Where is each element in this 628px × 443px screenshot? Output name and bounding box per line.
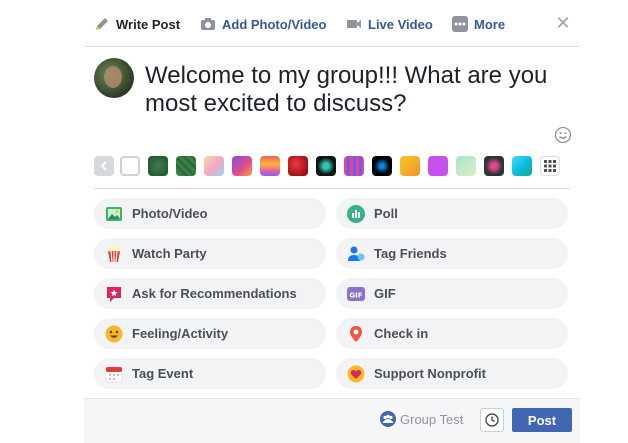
- popcorn-icon: [104, 244, 124, 264]
- background-prev-arrow[interactable]: [94, 156, 114, 176]
- post-composer: Write Post Add Photo/Video Live Video Mo…: [84, 0, 580, 443]
- background-swatch-illustration[interactable]: [456, 156, 476, 176]
- background-swatch-red[interactable]: [288, 156, 308, 176]
- background-swatch-yellow[interactable]: [400, 156, 420, 176]
- tab-write-post-label: Write Post: [116, 16, 181, 32]
- action-watch-party-label: Watch Party: [132, 246, 207, 261]
- action-gif-label: GIF: [374, 286, 396, 301]
- schedule-button[interactable]: [480, 408, 504, 432]
- action-feeling-activity-label: Feeling/Activity: [132, 326, 229, 341]
- tag-friends-icon: [346, 244, 366, 264]
- background-swatch-dark-splash[interactable]: [316, 156, 336, 176]
- action-support-nonprofit-label: Support Nonprofit: [374, 366, 486, 381]
- location-pin-icon: [346, 324, 366, 344]
- tab-live-video-label: Live Video: [368, 16, 433, 32]
- emoji-picker-icon[interactable]: [554, 126, 572, 144]
- background-swatch-pink-stripes[interactable]: [344, 156, 364, 176]
- action-photo-video[interactable]: Photo/Video: [94, 198, 326, 229]
- more-backgrounds-button[interactable]: [540, 156, 560, 176]
- tab-more-label: More: [474, 16, 506, 32]
- action-tag-event[interactable]: Tag Event: [94, 358, 326, 389]
- audience-label: Group Test: [400, 411, 464, 427]
- action-check-in[interactable]: Check in: [336, 318, 568, 349]
- clock-icon: [485, 413, 499, 427]
- background-swatch-green-texture[interactable]: [176, 156, 196, 176]
- action-ask-recommendations[interactable]: Ask for Recommendations: [94, 278, 326, 309]
- background-swatch-teal[interactable]: [512, 156, 532, 176]
- tab-live-video[interactable]: Live Video: [346, 14, 433, 34]
- pencil-icon: [94, 16, 110, 32]
- background-swatch-purple-pink[interactable]: [232, 156, 252, 176]
- tab-add-photo-video[interactable]: Add Photo/Video: [200, 14, 326, 34]
- svg-text:GIF: GIF: [349, 291, 362, 299]
- post-message-text[interactable]: Welcome to my group!!! What are you most…: [145, 62, 555, 118]
- group-icon: [380, 411, 396, 427]
- action-poll[interactable]: Poll: [336, 198, 568, 229]
- background-swatch-green[interactable]: [148, 156, 168, 176]
- background-swatch-rainbow[interactable]: [260, 156, 280, 176]
- divider: [94, 188, 570, 189]
- action-ask-recommendations-label: Ask for Recommendations: [132, 286, 297, 301]
- action-tag-friends[interactable]: Tag Friends: [336, 238, 568, 269]
- background-swatch-black[interactable]: [372, 156, 392, 176]
- tab-write-post[interactable]: Write Post: [94, 14, 180, 34]
- gif-icon: GIF: [346, 284, 366, 304]
- action-tag-friends-label: Tag Friends: [374, 246, 447, 261]
- poll-icon: [346, 204, 366, 224]
- background-swatch-violet[interactable]: [428, 156, 448, 176]
- composer-footer: Group Test Post: [84, 398, 580, 443]
- video-camera-icon: [346, 16, 362, 32]
- photo-icon: [104, 204, 124, 224]
- background-picker: [94, 156, 570, 178]
- action-watch-party[interactable]: Watch Party: [94, 238, 326, 269]
- action-tag-event-label: Tag Event: [132, 366, 194, 381]
- background-swatch-night[interactable]: [484, 156, 504, 176]
- action-gif[interactable]: GIF GIF: [336, 278, 568, 309]
- action-poll-label: Poll: [374, 206, 398, 221]
- more-dots-icon: [452, 16, 468, 32]
- smiley-face-icon: [104, 324, 124, 344]
- action-check-in-label: Check in: [374, 326, 429, 341]
- heart-donation-icon: [346, 364, 366, 384]
- background-swatch-plain[interactable]: [120, 156, 140, 176]
- calendar-icon: [104, 364, 124, 384]
- camera-icon: [200, 16, 216, 32]
- action-support-nonprofit[interactable]: Support Nonprofit: [336, 358, 568, 389]
- action-photo-video-label: Photo/Video: [132, 206, 208, 221]
- audience-selector[interactable]: Group Test: [380, 411, 463, 427]
- composer-tabs: Write Post Add Photo/Video Live Video Mo…: [84, 0, 580, 47]
- tab-add-photo-video-label: Add Photo/Video: [222, 16, 327, 32]
- action-feeling-activity[interactable]: Feeling/Activity: [94, 318, 326, 349]
- recommendation-star-icon: [104, 284, 124, 304]
- background-swatch-pastel[interactable]: [204, 156, 224, 176]
- post-button[interactable]: Post: [512, 408, 572, 432]
- avatar: [94, 58, 134, 98]
- grid-icon: [544, 160, 556, 172]
- close-icon[interactable]: ✕: [554, 14, 572, 32]
- tab-more[interactable]: More: [452, 14, 505, 34]
